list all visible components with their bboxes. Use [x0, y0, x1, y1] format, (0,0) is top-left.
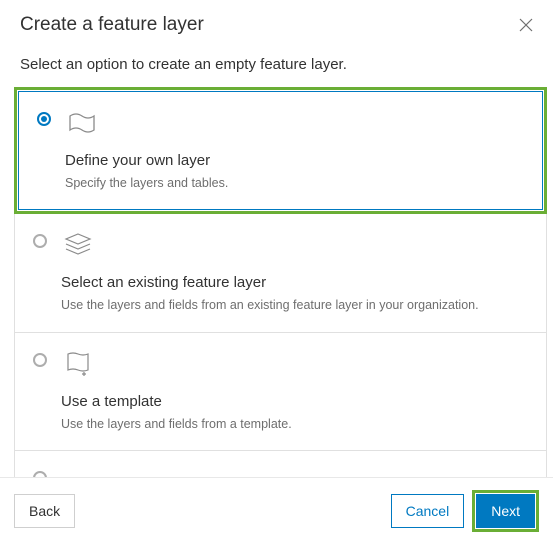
dialog-title: Create a feature layer [20, 14, 204, 36]
cancel-button[interactable]: Cancel [391, 494, 465, 528]
layers-icon [61, 230, 95, 260]
option-select-existing-layer[interactable]: Select an existing feature layer Use the… [14, 213, 547, 332]
highlight-define-option: Define your own layer Specify the layers… [14, 87, 547, 214]
option-desc: Use the layers and fields from a templat… [61, 416, 528, 432]
next-button[interactable]: Next [476, 494, 535, 528]
dialog-footer: Back Cancel Next [0, 477, 553, 544]
option-use-template[interactable]: Use a template Use the layers and fields… [14, 333, 547, 451]
option-title: Use a template [61, 393, 528, 410]
dialog-subtitle: Select an option to create an empty feat… [0, 50, 553, 87]
radio-partial[interactable] [33, 471, 47, 477]
define-layer-icon [65, 108, 99, 138]
option-define-your-own-layer[interactable]: Define your own layer Specify the layers… [18, 91, 543, 210]
option-desc: Specify the layers and tables. [65, 175, 524, 191]
option-desc: Use the layers and fields from an existi… [61, 297, 528, 313]
partial-icon [61, 467, 95, 477]
create-feature-layer-dialog: Create a feature layer Select an option … [0, 0, 553, 544]
options-scroll-area[interactable]: Define your own layer Specify the layers… [0, 87, 553, 477]
template-icon [61, 349, 95, 379]
option-title: Select an existing feature layer [61, 274, 528, 291]
highlight-next-button: Next [472, 490, 539, 532]
close-icon [519, 18, 533, 32]
dialog-header: Create a feature layer [0, 0, 553, 50]
footer-right-buttons: Cancel Next [391, 490, 539, 532]
back-button[interactable]: Back [14, 494, 75, 528]
close-button[interactable] [517, 16, 535, 34]
radio-existing[interactable] [33, 234, 47, 248]
radio-template[interactable] [33, 353, 47, 367]
option-title: Define your own layer [65, 152, 524, 169]
option-partial[interactable] [14, 451, 547, 477]
radio-define[interactable] [37, 112, 51, 126]
